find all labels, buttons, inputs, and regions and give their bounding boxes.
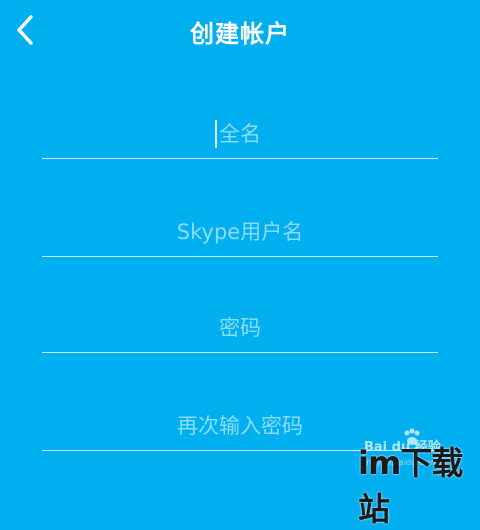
- app-header: 创建帐户: [0, 0, 480, 62]
- password-field-container: [42, 302, 438, 353]
- text-cursor: [215, 120, 217, 148]
- confirm-password-field-container: [42, 400, 438, 451]
- fullname-field-container: [42, 108, 438, 159]
- skype-username-input[interactable]: [42, 214, 438, 250]
- skype-username-field-container: [42, 206, 438, 257]
- fullname-input[interactable]: [42, 116, 438, 152]
- password-input[interactable]: [42, 310, 438, 346]
- watermark-url: jingyan.baidu.com: [362, 458, 436, 467]
- watermark-brand: im下载站: [358, 444, 463, 528]
- page-title: 创建帐户: [190, 20, 290, 48]
- confirm-password-input[interactable]: [42, 408, 438, 444]
